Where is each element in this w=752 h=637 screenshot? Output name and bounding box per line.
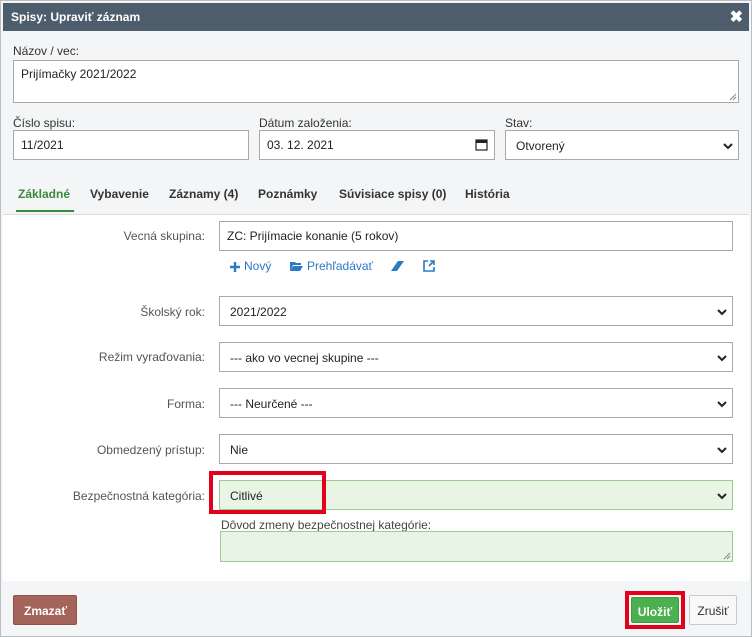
school-year-label: Školský rok: bbox=[140, 305, 205, 319]
name-field[interactable]: Prijímačky 2021/2022 bbox=[13, 60, 739, 103]
tab-basic[interactable]: Základné bbox=[18, 187, 70, 201]
date-value: 03. 12. 2021 bbox=[267, 138, 334, 152]
folder-open-icon bbox=[290, 262, 303, 271]
date-field[interactable]: 03. 12. 2021 bbox=[259, 130, 495, 160]
active-tab-indicator bbox=[16, 210, 74, 212]
tab-related-files[interactable]: Súvisiace spisy (0) bbox=[339, 187, 446, 201]
restricted-access-value: Nie bbox=[230, 443, 249, 457]
subject-group-label: Vecná skupina: bbox=[123, 229, 205, 243]
chevron-down-icon bbox=[717, 401, 727, 408]
chevron-down-icon bbox=[717, 309, 727, 316]
tab-bar: Základné Vybavenie Záznamy (4) Poznámky … bbox=[3, 179, 749, 215]
chevron-down-icon bbox=[717, 355, 727, 362]
school-year-value: 2021/2022 bbox=[230, 305, 287, 319]
resize-grip-icon[interactable] bbox=[723, 552, 731, 560]
reason-field[interactable] bbox=[220, 531, 733, 562]
tab-notes[interactable]: Poznámky bbox=[258, 187, 317, 201]
form-type-label: Forma: bbox=[166, 397, 205, 411]
external-link-icon bbox=[423, 260, 435, 272]
browse-label: Prehľadávať bbox=[307, 259, 374, 273]
browse-button[interactable]: Prehľadávať bbox=[290, 259, 373, 273]
discard-mode-select[interactable]: --- ako vo vecnej skupine --- bbox=[219, 342, 733, 372]
date-label: Dátum založenia: bbox=[259, 116, 352, 130]
security-category-label: Bezpečnostná kategória: bbox=[72, 489, 205, 503]
tab-records[interactable]: Záznamy (4) bbox=[169, 187, 238, 201]
save-button[interactable]: Uložiť bbox=[631, 597, 679, 623]
chevron-down-icon bbox=[717, 447, 727, 454]
restricted-access-select[interactable]: Nie bbox=[219, 434, 733, 464]
edit-dialog: Spisy: Upraviť záznam ✖ Názov / vec: Pri… bbox=[0, 0, 752, 637]
plus-icon bbox=[230, 262, 240, 272]
file-number-field[interactable]: 11/2021 bbox=[13, 130, 249, 160]
new-button[interactable]: Nový bbox=[230, 259, 271, 273]
eraser-icon bbox=[391, 261, 404, 271]
form-type-value: --- Neurčené --- bbox=[230, 397, 313, 411]
status-value: Otvorený bbox=[516, 139, 565, 153]
school-year-select[interactable]: 2021/2022 bbox=[219, 296, 733, 326]
status-select[interactable]: Otvorený bbox=[505, 130, 739, 160]
dialog-title: Spisy: Upraviť záznam bbox=[11, 10, 141, 24]
open-external-button[interactable] bbox=[423, 259, 439, 273]
restricted-access-label: Obmedzený prístup: bbox=[96, 443, 205, 457]
clear-button[interactable] bbox=[391, 259, 408, 273]
subject-group-field[interactable]: ZC: Prijímacie konanie (5 rokov) bbox=[219, 221, 733, 251]
highlight-box bbox=[209, 471, 326, 514]
dialog-titlebar: Spisy: Upraviť záznam ✖ bbox=[3, 3, 749, 31]
discard-mode-value: --- ako vo vecnej skupine --- bbox=[230, 351, 379, 365]
close-icon[interactable]: ✖ bbox=[730, 7, 743, 27]
calendar-icon[interactable] bbox=[475, 138, 488, 151]
subject-group-value: ZC: Prijímacie konanie (5 rokov) bbox=[227, 229, 399, 243]
resize-grip-icon[interactable] bbox=[729, 93, 737, 101]
discard-mode-label: Režim vyraďovania: bbox=[98, 350, 205, 364]
chevron-down-icon bbox=[723, 143, 733, 150]
name-label: Názov / vec: bbox=[13, 44, 80, 58]
new-label: Nový bbox=[244, 259, 272, 273]
chevron-down-icon bbox=[717, 493, 727, 500]
cancel-button[interactable]: Zrušiť bbox=[689, 595, 737, 625]
file-number-label: Číslo spisu: bbox=[13, 116, 76, 130]
status-label: Stav: bbox=[505, 116, 533, 130]
reason-label: Dôvod zmeny bezpečnostnej kategórie: bbox=[221, 518, 432, 532]
form-type-select[interactable]: --- Neurčené --- bbox=[219, 388, 733, 418]
delete-button[interactable]: Zmazať bbox=[13, 595, 77, 625]
tab-equipment[interactable]: Vybavenie bbox=[90, 187, 149, 201]
file-number-value: 11/2021 bbox=[21, 138, 64, 152]
name-value: Prijímačky 2021/2022 bbox=[21, 67, 137, 81]
tab-history[interactable]: História bbox=[465, 187, 510, 201]
